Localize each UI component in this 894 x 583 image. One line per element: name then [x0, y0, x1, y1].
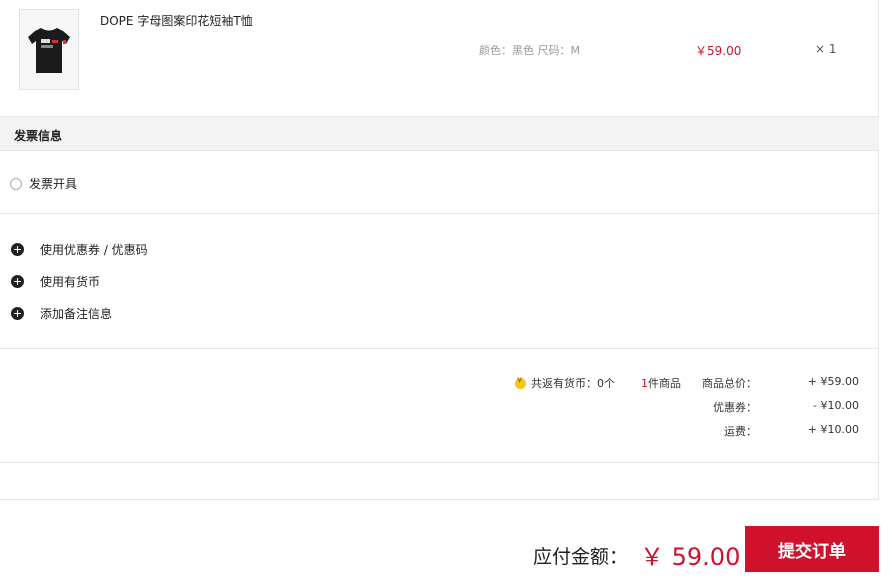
product-thumbnail[interactable] — [19, 9, 79, 90]
use-coupon-label: 使用优惠券 / 优惠码 — [40, 243, 148, 257]
tshirt-image — [28, 27, 70, 73]
product-row: DOPE 字母图案印花短袖T恤 颜色：黑色 尺码：M ￥59.00 × 1 — [0, 0, 879, 116]
shipping-label: 运费： — [724, 425, 757, 438]
item-count: 1件商品 — [641, 375, 681, 391]
product-spec: 颜色：黑色 尺码：M — [479, 44, 580, 57]
invoice-option-label: 发票开具 — [29, 177, 78, 191]
submit-order-button[interactable]: 提交订单 — [745, 526, 879, 572]
shipping-value: + ¥10.00 — [807, 423, 859, 436]
invoice-title: 发票信息 — [14, 129, 63, 143]
coupon-label: 优惠券： — [713, 401, 757, 414]
invoice-option[interactable]: 发票开具 — [10, 175, 77, 192]
product-price: ￥59.00 — [695, 44, 742, 58]
invoice-section-header: 发票信息 — [0, 116, 879, 151]
product-name[interactable]: DOPE 字母图案印花短袖T恤 — [100, 12, 253, 29]
plus-circle-icon — [11, 275, 24, 288]
use-coupon-option[interactable]: 使用优惠券 / 优惠码 — [11, 241, 148, 258]
coupon-value: - ¥10.00 — [813, 399, 859, 412]
item-count-number: 1 — [641, 377, 648, 390]
amount-due-value: ￥ 59.00 — [640, 543, 741, 571]
amount-due-label: 应付金额： — [533, 546, 629, 568]
product-quantity: × 1 — [815, 42, 837, 56]
divider — [0, 462, 879, 463]
coin-return-text: 共返有货币：0个 — [531, 377, 615, 390]
divider — [0, 499, 879, 500]
subtotal-value: + ¥59.00 — [807, 375, 859, 388]
coin-return-info: 共返有货币：0个 — [515, 375, 615, 391]
plus-circle-icon — [11, 243, 24, 256]
add-remark-label: 添加备注信息 — [40, 307, 113, 321]
coin-icon — [515, 376, 526, 389]
invoice-radio[interactable] — [10, 177, 22, 190]
divider — [0, 348, 879, 349]
use-coins-label: 使用有货币 — [40, 275, 101, 289]
divider — [0, 213, 879, 214]
subtotal-label: 商品总价： — [702, 377, 757, 390]
use-coins-option[interactable]: 使用有货币 — [11, 273, 100, 290]
order-panel: DOPE 字母图案印花短袖T恤 颜色：黑色 尺码：M ￥59.00 × 1 发票… — [0, 0, 879, 500]
add-remark-option[interactable]: 添加备注信息 — [11, 305, 112, 322]
plus-circle-icon — [11, 307, 24, 320]
